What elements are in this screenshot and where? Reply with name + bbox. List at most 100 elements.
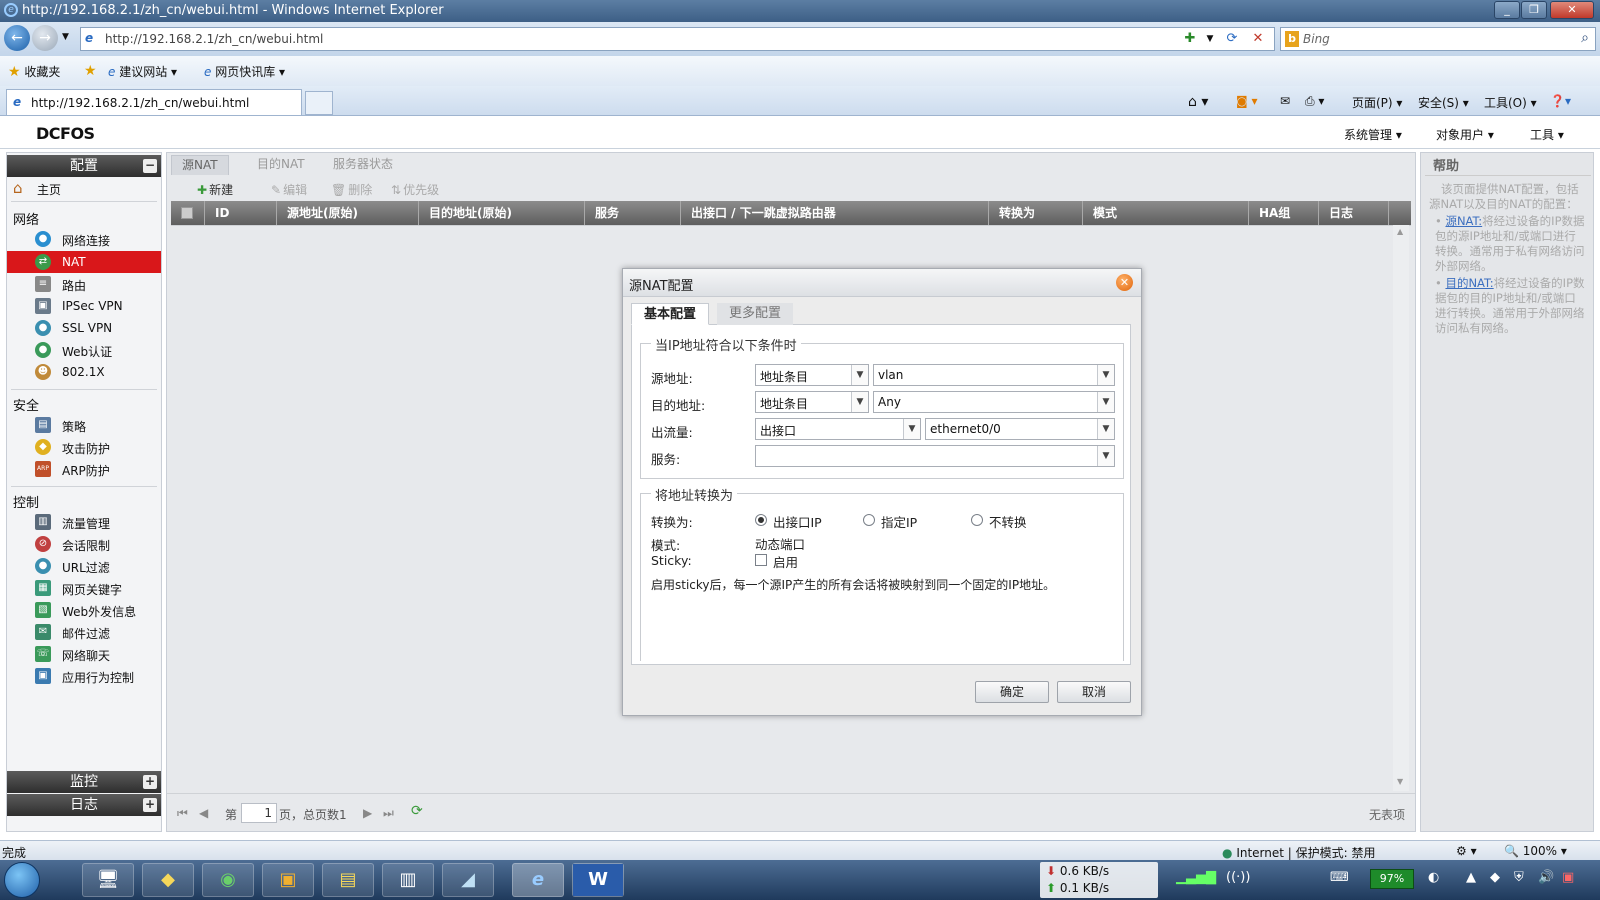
expand-icon[interactable]: +: [143, 798, 157, 812]
compat-view-icon[interactable]: ✚: [1181, 30, 1199, 48]
ok-button[interactable]: 确定: [975, 681, 1049, 703]
last-page-icon[interactable]: ⏭: [383, 806, 394, 821]
start-button[interactable]: [4, 862, 40, 898]
sticky-checkbox[interactable]: [755, 554, 767, 566]
egress-interface-combo[interactable]: ethernet0/0 ▼: [925, 418, 1115, 440]
column-mode[interactable]: 模式: [1083, 201, 1249, 225]
add-favorite-icon[interactable]: ★: [84, 63, 97, 79]
tab-basic-config[interactable]: 基本配置: [631, 303, 710, 325]
sidebar-item-mail-filter[interactable]: ✉ 邮件过滤: [7, 621, 161, 643]
sidebar-item-home[interactable]: ⌂ 主页: [7, 177, 161, 199]
help-link-destination-nat[interactable]: 目的NAT:: [1445, 276, 1493, 290]
tab-more-config[interactable]: 更多配置: [717, 303, 794, 325]
new-tab-button[interactable]: [305, 91, 333, 115]
sidebar-item-web-outbound[interactable]: ▧ Web外发信息: [7, 599, 161, 621]
sidebar-item-web-keyword[interactable]: ▦ 网页关键字: [7, 577, 161, 599]
column-destination-address[interactable]: 目的地址(原始): [419, 201, 585, 225]
sidebar-item-nat[interactable]: ⇄ NAT: [7, 251, 161, 273]
scroll-down-icon[interactable]: ▼: [1397, 777, 1403, 786]
search-icon[interactable]: ⌕: [1581, 30, 1589, 46]
battery-indicator[interactable]: 97%: [1370, 869, 1414, 889]
shield-icon[interactable]: ⛨: [1514, 870, 1524, 885]
forward-button[interactable]: →: [32, 25, 58, 51]
column-source-address[interactable]: 源地址(原始): [277, 201, 419, 225]
destination-address-combo[interactable]: Any ▼: [873, 391, 1115, 413]
source-type-select[interactable]: 地址条目 ▼: [755, 364, 869, 386]
maximize-button[interactable]: ❐: [1521, 1, 1547, 19]
feeds-icon[interactable]: ◙ ▾: [1236, 94, 1257, 108]
radio-no-translate[interactable]: [971, 514, 983, 526]
tools-menu[interactable]: 工具(O) ▾: [1484, 94, 1537, 111]
sidebar-item-routing[interactable]: ≡ 路由: [7, 273, 161, 295]
column-id[interactable]: ID: [205, 201, 277, 225]
menu-objects-users[interactable]: 对象用户 ▾: [1436, 126, 1494, 143]
signal-strength-icon[interactable]: ▁▃▅▇: [1176, 870, 1216, 885]
tab-server-status[interactable]: 服务器状态: [323, 155, 403, 175]
protected-mode-icon[interactable]: ⚙ ▾: [1456, 844, 1477, 858]
mail-icon[interactable]: ✉: [1280, 94, 1290, 108]
sidebar-item-arp-defense[interactable]: ARP ARP防护: [7, 458, 161, 480]
sidebar-header-config[interactable]: 配置 −: [7, 155, 161, 177]
favorites-button[interactable]: ★ 收藏夹: [8, 63, 60, 80]
taskbar-app-ie[interactable]: e: [512, 863, 564, 897]
safety-menu[interactable]: 安全(S) ▾: [1418, 94, 1469, 111]
taskbar-app-word[interactable]: W: [572, 863, 624, 897]
edit-button[interactable]: ✎ 编辑: [271, 181, 307, 198]
sidebar-item-attack-defense[interactable]: ◆ 攻击防护: [7, 436, 161, 458]
sidebar-item-8021x[interactable]: ☻ 802.1X: [7, 361, 161, 383]
first-page-icon[interactable]: ⏮: [177, 806, 188, 821]
column-service[interactable]: 服务: [585, 201, 681, 225]
taskbar-app-archive[interactable]: ▥: [382, 863, 434, 897]
sidebar-item-app-behavior[interactable]: ▣ 应用行为控制: [7, 665, 161, 687]
antivirus-icon[interactable]: ◆: [1490, 870, 1500, 885]
delete-button[interactable]: 🗑 删除: [331, 181, 372, 198]
collapse-icon[interactable]: −: [143, 159, 157, 173]
sidebar-item-ssl-vpn[interactable]: ● SSL VPN: [7, 317, 161, 339]
window-title-bar[interactable]: e http://192.168.2.1/zh_cn/webui.html - …: [0, 0, 1600, 22]
back-button[interactable]: ←: [4, 25, 30, 51]
sidebar-item-web-auth[interactable]: ● Web认证: [7, 339, 161, 361]
sidebar-item-policy[interactable]: ▤ 策略: [7, 414, 161, 436]
power-icon[interactable]: ◐: [1428, 870, 1439, 885]
menu-tools[interactable]: 工具 ▾: [1530, 126, 1564, 143]
help-icon[interactable]: ❓▾: [1550, 94, 1571, 108]
tab-destination-nat[interactable]: 目的NAT: [247, 155, 315, 175]
destination-type-select[interactable]: 地址条目 ▼: [755, 391, 869, 413]
history-dropdown-icon[interactable]: ▼: [62, 32, 69, 42]
security-zone[interactable]: ● Internet | 保护模式: 禁用: [1222, 844, 1376, 861]
zoom-control[interactable]: 🔍 100% ▾: [1504, 844, 1567, 858]
source-address-combo[interactable]: vlan ▼: [873, 364, 1115, 386]
refresh-icon[interactable]: ⟳: [411, 803, 423, 819]
suggested-sites-button[interactable]: e 建议网站 ▾: [108, 63, 177, 80]
taskbar-app-notes[interactable]: ◆: [142, 863, 194, 897]
next-page-icon[interactable]: ▶: [363, 806, 372, 820]
page-number-input[interactable]: 1: [241, 803, 277, 823]
keyboard-icon[interactable]: ⌨: [1330, 870, 1349, 885]
sidebar-header-log[interactable]: 日志 +: [7, 794, 161, 816]
expand-icon[interactable]: +: [143, 775, 157, 789]
browser-tab[interactable]: e http://192.168.2.1/zh_cn/webui.html: [6, 89, 302, 115]
cancel-button[interactable]: 取消: [1057, 681, 1131, 703]
radio-specified-ip[interactable]: [863, 514, 875, 526]
search-input[interactable]: b Bing ⌕: [1280, 27, 1596, 51]
sidebar-item-im-chat[interactable]: ☏ 网络聊天: [7, 643, 161, 665]
sidebar-item-traffic-management[interactable]: ▥ 流量管理: [7, 511, 161, 533]
dialog-header[interactable]: 源NAT配置 ✕: [623, 269, 1141, 297]
column-log[interactable]: 日志: [1319, 201, 1389, 225]
taskbar-app-outlook[interactable]: ▣: [262, 863, 314, 897]
column-translate-to[interactable]: 转换为: [989, 201, 1083, 225]
column-ha-group[interactable]: HA组: [1249, 201, 1319, 225]
home-icon[interactable]: ⌂ ▾: [1188, 94, 1208, 110]
dialog-close-icon[interactable]: ✕: [1116, 274, 1133, 291]
close-window-button[interactable]: ✕: [1550, 1, 1594, 19]
web-slice-button[interactable]: e 网页快讯库 ▾: [204, 63, 285, 80]
address-dropdown-icon[interactable]: ▼: [1201, 30, 1219, 48]
sidebar-item-session-limit[interactable]: ⊘ 会话限制: [7, 533, 161, 555]
select-all-checkbox[interactable]: [171, 201, 205, 225]
new-button[interactable]: ✚ 新建: [197, 181, 233, 198]
show-hidden-icons[interactable]: ▲: [1466, 870, 1476, 885]
wireless-icon[interactable]: ((·)): [1226, 870, 1250, 885]
taskbar-app-explorer[interactable]: ▤: [322, 863, 374, 897]
sidebar-item-network-connection[interactable]: ● 网络连接: [7, 228, 161, 250]
grid-scrollbar[interactable]: ▲ ▼: [1393, 225, 1409, 791]
